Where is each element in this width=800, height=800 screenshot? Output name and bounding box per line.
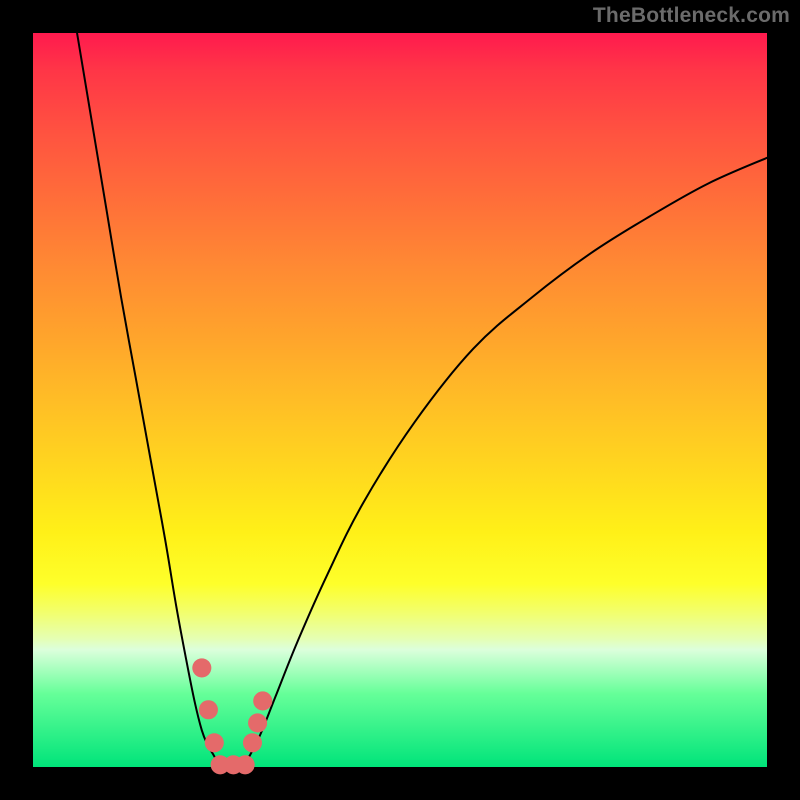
data-markers (192, 658, 272, 774)
curve-right-branch (242, 158, 767, 767)
data-marker-6 (243, 733, 262, 752)
data-marker-2 (205, 733, 224, 752)
data-marker-0 (192, 658, 211, 677)
curve-left-branch (77, 33, 224, 767)
data-marker-8 (253, 691, 272, 710)
data-marker-1 (199, 700, 218, 719)
data-marker-7 (248, 713, 267, 732)
chart-frame: TheBottleneck.com (0, 0, 800, 800)
watermark-text: TheBottleneck.com (593, 4, 790, 28)
chart-overlay (33, 33, 767, 767)
data-marker-5 (236, 755, 255, 774)
